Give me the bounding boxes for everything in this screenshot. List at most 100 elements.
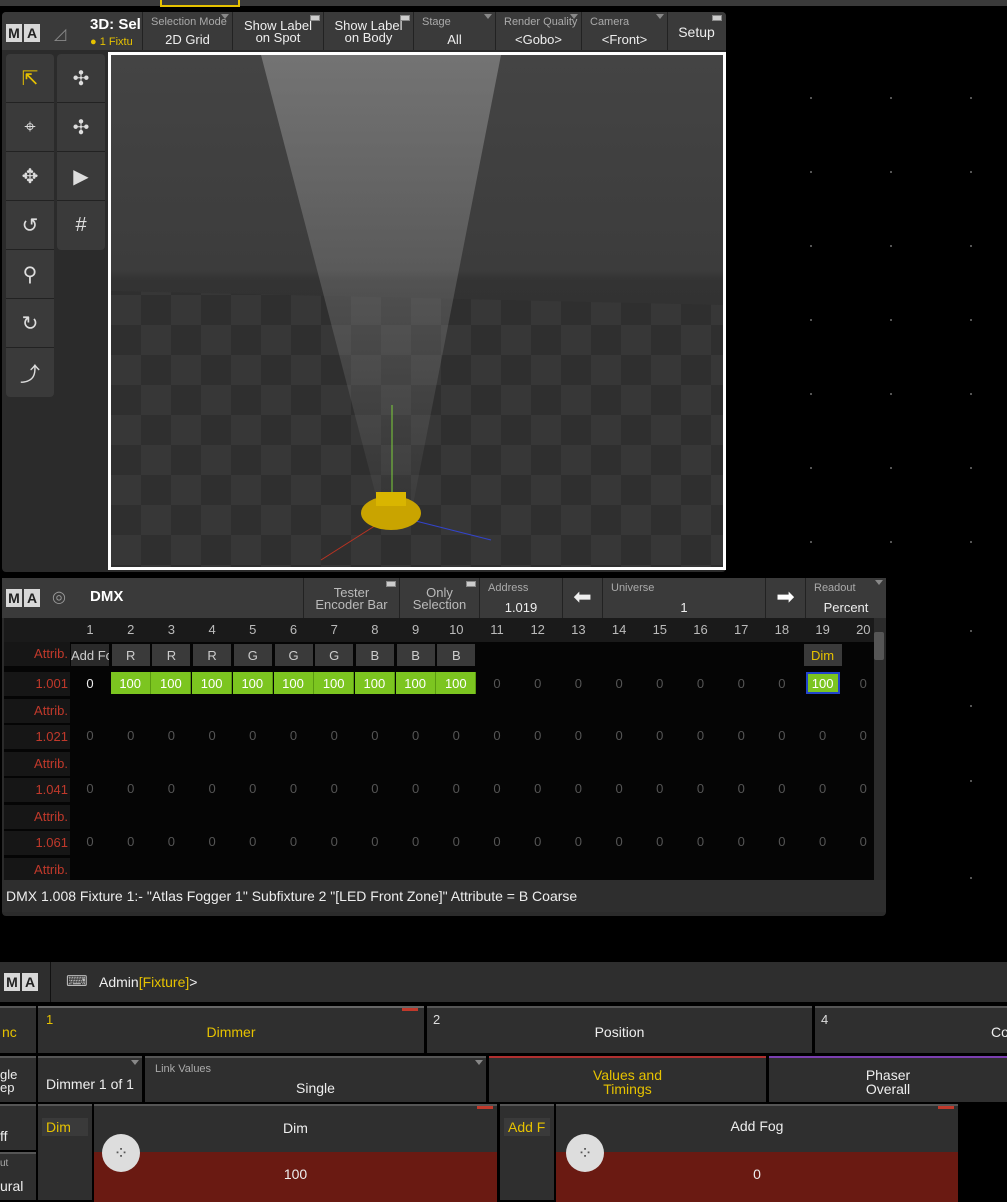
render-quality-button[interactable]: Render Quality <Gobo>	[495, 12, 581, 50]
dmx-value-cell[interactable]: 0	[111, 781, 151, 796]
tester-encoder-bar-button[interactable]: Tester Encoder Bar	[303, 578, 399, 618]
orbit-tool-icon[interactable]: ↻	[6, 299, 54, 348]
dmx-value-cell[interactable]: 0	[396, 728, 436, 743]
encoder-value-area[interactable]: 0	[556, 1152, 958, 1202]
dmx-value-cell[interactable]: 0	[803, 728, 843, 743]
encoder-knob-icon[interactable]: ⁘	[566, 1134, 604, 1172]
move-tool-icon[interactable]: ✥	[6, 152, 54, 201]
feature-color[interactable]: 4 Co	[815, 1006, 1007, 1053]
feature-dimmer[interactable]: 1 Dimmer	[38, 1006, 424, 1053]
dmx-value-cell[interactable]: 100	[395, 672, 436, 694]
encoder-tag-dim[interactable]: Dim	[38, 1104, 92, 1200]
pan-tool-icon[interactable]: ✣	[57, 54, 105, 103]
address-field[interactable]: Address 1.019	[479, 578, 562, 618]
dmx-value-cell[interactable]: 0	[436, 728, 476, 743]
show-label-spot-button[interactable]: Show Label on Spot	[232, 12, 323, 50]
stage-button[interactable]: Stage All	[413, 12, 495, 50]
dmx-value-cell[interactable]: 0	[681, 781, 721, 796]
dmx-value-cell[interactable]: 0	[192, 781, 232, 796]
keyboard-icon[interactable]: ⌨	[66, 972, 88, 990]
eraser-icon[interactable]: ◿	[54, 24, 66, 44]
rotate-tool-icon[interactable]: ↺	[6, 201, 54, 250]
dmx-value-cell[interactable]: 0	[599, 672, 639, 694]
dmx-value-cell[interactable]: 0	[233, 781, 273, 796]
universe-field[interactable]: Universe 1	[602, 578, 765, 618]
dmx-value-cell[interactable]: 0	[518, 834, 558, 849]
feature-position[interactable]: 2 Position	[427, 1006, 812, 1053]
dmx-value-cell[interactable]: 0	[599, 781, 639, 796]
off-button[interactable]: ff	[0, 1104, 36, 1150]
dmx-value-cell[interactable]: 100	[110, 672, 151, 694]
camera-button[interactable]: Camera <Front>	[581, 12, 667, 50]
dmx-value-cell[interactable]: 0	[843, 672, 883, 694]
dmx-value-cell[interactable]: 0	[355, 781, 395, 796]
values-timings-button[interactable]: Values and Timings	[489, 1056, 766, 1102]
feature-left-tab[interactable]: nc	[0, 1006, 36, 1053]
command-line[interactable]: MA ⌨ Admin[Fixture]>	[0, 962, 1007, 1002]
dmx-value-cell[interactable]: 100	[805, 672, 840, 694]
encoder-tag-addfog[interactable]: Add F	[500, 1104, 554, 1200]
dmx-value-cell[interactable]: 0	[762, 834, 802, 849]
dmx-value-cell[interactable]: 100	[436, 672, 477, 694]
dmx-value-cell[interactable]: 0	[70, 728, 110, 743]
dmx-value-cell[interactable]: 0	[681, 834, 721, 849]
arrow-right-icon[interactable]: ➡	[765, 578, 805, 618]
dmx-value-cell[interactable]: 100	[314, 672, 355, 694]
link-values-button[interactable]: Link Values Single	[145, 1056, 486, 1102]
setup-button[interactable]: Setup	[667, 12, 725, 50]
dmx-value-cell[interactable]: 0	[274, 728, 314, 743]
dmx-value-cell[interactable]: 0	[314, 781, 354, 796]
dmx-value-cell[interactable]: 0	[640, 672, 680, 694]
grid-tool-icon[interactable]: #	[57, 201, 105, 250]
show-label-body-button[interactable]: Show Label on Body	[323, 12, 413, 50]
dmx-value-cell[interactable]: 0	[355, 834, 395, 849]
phaser-overall-button[interactable]: Phaser Overall	[769, 1056, 1007, 1102]
dmx-value-cell[interactable]: 0	[681, 672, 721, 694]
dmx-value-cell[interactable]: 0	[518, 728, 558, 743]
dmx-value-cell[interactable]: 0	[192, 834, 232, 849]
select-tool-icon[interactable]: ⇱	[6, 54, 54, 103]
dmx-value-cell[interactable]: 100	[232, 672, 273, 694]
step-button[interactable]: gle ep	[0, 1056, 36, 1102]
dmx-value-cell[interactable]: 0	[151, 781, 191, 796]
dmx-value-cell[interactable]: 0	[111, 728, 151, 743]
dmx-value-cell[interactable]: 0	[721, 728, 761, 743]
dmx-value-cell[interactable]: 0	[355, 728, 395, 743]
zoom-tool-icon[interactable]: ⚲	[6, 250, 54, 299]
dmx-value-cell[interactable]: 0	[762, 728, 802, 743]
dmx-value-cell[interactable]: 0	[274, 781, 314, 796]
dmx-value-cell[interactable]: 100	[354, 672, 395, 694]
dmx-value-cell[interactable]: 0	[233, 834, 273, 849]
scrollbar[interactable]	[874, 632, 884, 660]
dmx-value-cell[interactable]: 0	[640, 781, 680, 796]
dmx-value-cell[interactable]: 0	[558, 728, 598, 743]
dmx-value-cell[interactable]: 0	[436, 834, 476, 849]
dmx-value-cell[interactable]: 0	[477, 728, 517, 743]
arrow-left-icon[interactable]: ⬅	[562, 578, 602, 618]
dmx-value-cell[interactable]: 0	[192, 728, 232, 743]
dmx-value-cell[interactable]: 0	[151, 834, 191, 849]
dmx-value-cell[interactable]: 0	[233, 728, 273, 743]
dmx-value-cell[interactable]: 0	[70, 781, 110, 796]
dmx-value-cell[interactable]: 0	[396, 781, 436, 796]
pan-alt-tool-icon[interactable]: ✣	[57, 103, 105, 152]
dmx-value-cell[interactable]: 0	[274, 834, 314, 849]
dmx-value-cell[interactable]: 0	[314, 728, 354, 743]
encoder-value-area[interactable]: 100	[94, 1152, 497, 1202]
dmx-value-cell[interactable]: 0	[762, 672, 802, 694]
dmx-value-cell[interactable]: 0	[151, 728, 191, 743]
readout-button[interactable]: Readout Percent	[805, 578, 886, 618]
selected-view-indicator[interactable]	[160, 0, 240, 7]
dmx-value-cell[interactable]: 0	[70, 834, 110, 849]
only-selection-button[interactable]: Only Selection	[399, 578, 479, 618]
ma-logo[interactable]: MA	[6, 589, 40, 607]
dmx-value-cell[interactable]: 0	[314, 834, 354, 849]
dmx-value-cell[interactable]: 0	[477, 672, 517, 694]
dmx-value-cell[interactable]: 0	[721, 781, 761, 796]
dmx-value-cell[interactable]: 0	[843, 834, 883, 849]
dmx-value-cell[interactable]: 0	[803, 834, 843, 849]
camera-tool-icon[interactable]: ▶	[57, 152, 105, 201]
dmx-value-cell[interactable]: 0	[681, 728, 721, 743]
target-tool-icon[interactable]: ⌖	[6, 103, 54, 152]
dmx-value-cell[interactable]: 100	[192, 672, 233, 694]
